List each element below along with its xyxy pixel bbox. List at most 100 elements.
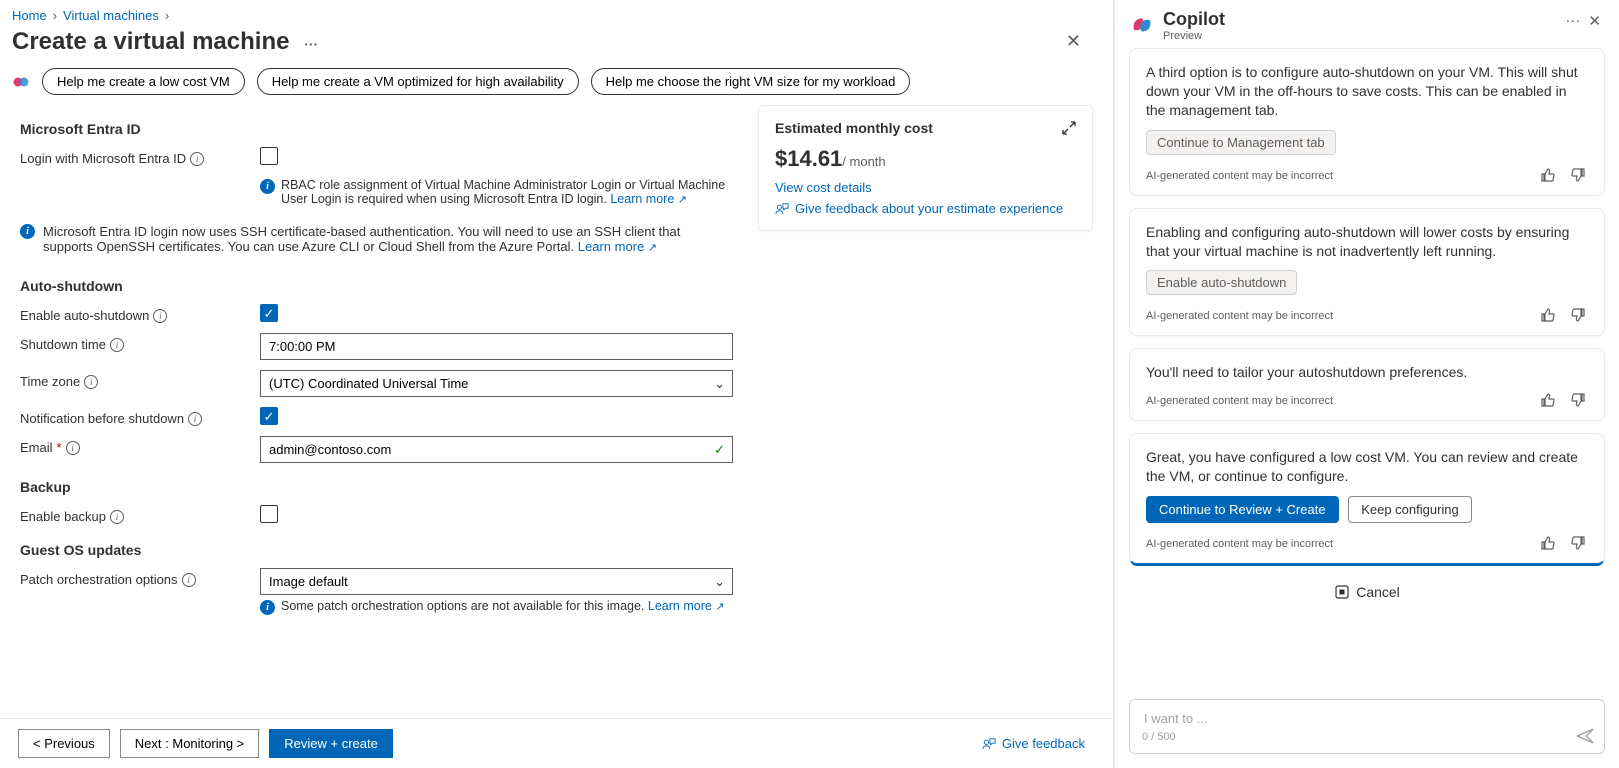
info-icon[interactable]: i [182, 573, 196, 587]
info-circle-icon: i [260, 600, 275, 615]
required-indicator: * [57, 440, 62, 455]
person-feedback-icon [982, 737, 996, 751]
breadcrumb-home[interactable]: Home [12, 8, 47, 23]
more-icon[interactable]: ··· [304, 36, 318, 52]
view-cost-details-link[interactable]: View cost details [775, 180, 1076, 195]
previous-button[interactable]: < Previous [18, 729, 110, 758]
copilot-char-counter: 0 / 500 [1142, 731, 1592, 743]
learn-more-link[interactable]: Learn more ↗ [648, 599, 725, 613]
label-timezone: Time zone [20, 374, 80, 389]
checkbox-notify-before[interactable] [260, 407, 278, 425]
copilot-card: You'll need to tailor your autoshutdown … [1129, 348, 1605, 421]
info-rbac: RBAC role assignment of Virtual Machine … [281, 178, 733, 206]
review-create-button[interactable]: Review + create [269, 729, 393, 758]
external-link-icon: ↗ [715, 601, 724, 613]
learn-more-link[interactable]: Learn more ↗ [610, 192, 687, 206]
copilot-header: Copilot Preview ··· ✕ [1115, 0, 1619, 48]
copilot-card-text: You'll need to tailor your autoshutdown … [1146, 363, 1588, 382]
input-email[interactable] [260, 436, 733, 463]
info-circle-icon: i [20, 224, 35, 239]
info-circle-icon: i [260, 179, 275, 194]
label-login-entra: Login with Microsoft Entra ID [20, 151, 186, 166]
copilot-icon [12, 73, 30, 91]
ai-disclaimer: AI-generated content may be incorrect [1146, 170, 1333, 182]
close-icon[interactable]: ✕ [1062, 27, 1101, 56]
send-icon[interactable] [1576, 727, 1594, 745]
give-feedback-link[interactable]: Give feedback [982, 736, 1085, 751]
chevron-right-icon: › [165, 8, 169, 23]
thumbs-up-icon[interactable] [1540, 167, 1558, 185]
checkmark-icon: ✓ [714, 442, 725, 458]
copilot-card-text: Great, you have configured a low cost VM… [1146, 448, 1588, 486]
pill-low-cost[interactable]: Help me create a low cost VM [42, 68, 245, 95]
ssh-banner-text: Microsoft Entra ID login now uses SSH ce… [43, 224, 733, 254]
learn-more-link[interactable]: Learn more ↗ [578, 239, 657, 254]
copilot-subtitle: Preview [1163, 30, 1225, 42]
ssh-banner: i Microsoft Entra ID login now uses SSH … [20, 216, 733, 262]
label-shutdown-time: Shutdown time [20, 337, 106, 352]
suggestion-row: Help me create a low cost VM Help me cre… [0, 64, 1113, 105]
section-auto: Auto-shutdown [20, 278, 733, 294]
copilot-keep-configuring-button[interactable]: Keep configuring [1348, 496, 1472, 523]
close-icon[interactable]: ✕ [1584, 10, 1605, 32]
info-icon[interactable]: i [66, 441, 80, 455]
ai-disclaimer: AI-generated content may be incorrect [1146, 310, 1333, 322]
breadcrumb-vms[interactable]: Virtual machines [63, 8, 159, 23]
info-icon[interactable]: i [190, 152, 204, 166]
select-timezone[interactable] [260, 370, 733, 397]
copilot-panel: Copilot Preview ··· ✕ A third option is … [1114, 0, 1619, 768]
label-email: Email [20, 440, 53, 455]
copilot-cancel-button[interactable]: Cancel [1129, 576, 1605, 608]
cost-feedback-link[interactable]: Give feedback about your estimate experi… [775, 201, 1076, 216]
cost-title: Estimated monthly cost [775, 120, 933, 136]
copilot-chip-enable-auto[interactable]: Enable auto-shutdown [1146, 270, 1297, 295]
thumbs-down-icon[interactable] [1570, 392, 1588, 410]
section-guest: Guest OS updates [20, 542, 733, 558]
more-icon[interactable]: ··· [1561, 10, 1584, 31]
copilot-input[interactable] [1142, 710, 1562, 727]
copilot-title: Copilot [1163, 10, 1225, 28]
expand-icon[interactable] [1062, 121, 1076, 135]
thumbs-down-icon[interactable] [1570, 535, 1588, 553]
checkbox-login-entra[interactable] [260, 147, 278, 165]
label-enable-auto: Enable auto-shutdown [20, 308, 149, 323]
info-icon[interactable]: i [153, 309, 167, 323]
page-title: Create a virtual machine ··· [12, 28, 318, 56]
thumbs-down-icon[interactable] [1570, 307, 1588, 325]
next-button[interactable]: Next : Monitoring > [120, 729, 259, 758]
copilot-card: A third option is to configure auto-shut… [1129, 48, 1605, 196]
row-login-entra: Login with Microsoft Entra ID i i RBAC r… [20, 147, 733, 206]
cost-card: Estimated monthly cost $14.61/ month Vie… [758, 105, 1093, 231]
copilot-continue-review-button[interactable]: Continue to Review + Create [1146, 496, 1339, 523]
info-icon[interactable]: i [110, 510, 124, 524]
info-icon[interactable]: i [188, 412, 202, 426]
label-notify-before: Notification before shutdown [20, 411, 184, 426]
checkbox-enable-backup[interactable] [260, 505, 278, 523]
page-title-text: Create a virtual machine [12, 28, 289, 55]
copilot-card: Enabling and configuring auto-shutdown w… [1129, 208, 1605, 337]
copilot-card-text: Enabling and configuring auto-shutdown w… [1146, 223, 1588, 261]
label-patch-options: Patch orchestration options [20, 572, 178, 587]
section-backup: Backup [20, 479, 733, 495]
info-icon[interactable]: i [84, 375, 98, 389]
thumbs-up-icon[interactable] [1540, 307, 1558, 325]
copilot-chip-management[interactable]: Continue to Management tab [1146, 130, 1336, 155]
breadcrumb: Home › Virtual machines › [0, 0, 1113, 23]
pill-high-availability[interactable]: Help me create a VM optimized for high a… [257, 68, 579, 95]
label-enable-backup: Enable backup [20, 509, 106, 524]
info-icon[interactable]: i [110, 338, 124, 352]
select-patch-options[interactable] [260, 568, 733, 595]
thumbs-up-icon[interactable] [1540, 392, 1558, 410]
thumbs-down-icon[interactable] [1570, 167, 1588, 185]
footer-bar: < Previous Next : Monitoring > Review + … [0, 718, 1113, 768]
info-patch: Some patch orchestration options are not… [281, 599, 733, 613]
input-shutdown-time[interactable] [260, 333, 733, 360]
thumbs-up-icon[interactable] [1540, 535, 1558, 553]
pill-vm-size[interactable]: Help me choose the right VM size for my … [591, 68, 911, 95]
copilot-card: Great, you have configured a low cost VM… [1129, 433, 1605, 564]
external-link-icon: ↗ [648, 242, 657, 254]
ai-disclaimer: AI-generated content may be incorrect [1146, 395, 1333, 407]
copilot-messages[interactable]: A third option is to configure auto-shut… [1115, 48, 1619, 691]
chevron-right-icon: › [53, 8, 57, 23]
checkbox-enable-auto[interactable] [260, 304, 278, 322]
